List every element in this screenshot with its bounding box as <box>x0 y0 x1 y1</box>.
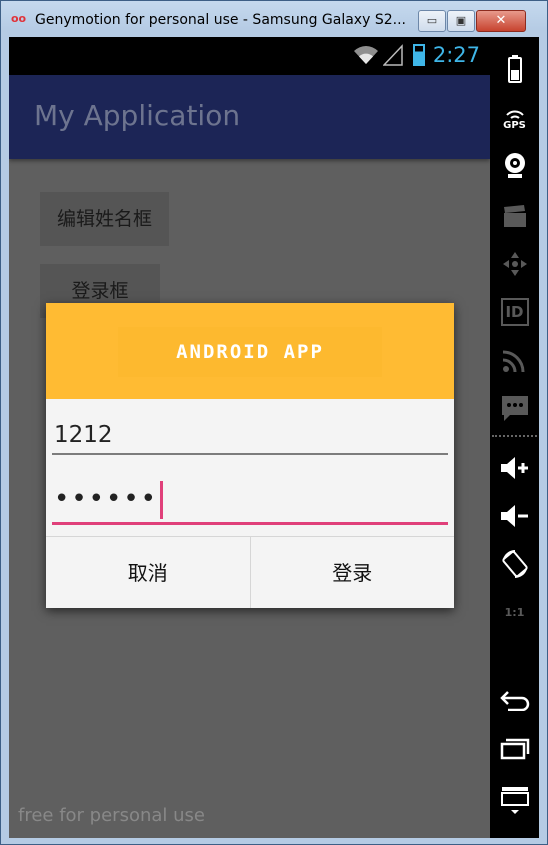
window-titlebar[interactable]: oo Genymotion for personal use - Samsung… <box>1 1 547 37</box>
edit-name-button[interactable]: 编辑姓名框 <box>40 192 169 246</box>
android-screen: 2:27 My Application 编辑姓名框 登录框 ANDROID AP… <box>9 37 490 838</box>
webcam-widget-icon[interactable] <box>498 149 531 183</box>
username-input[interactable]: 1212 <box>52 415 448 455</box>
cancel-button[interactable]: 取消 <box>46 537 251 608</box>
signal-icon <box>382 44 403 66</box>
gps-label: GPS <box>503 119 526 131</box>
cast-icon[interactable] <box>498 343 531 377</box>
video-capture-icon[interactable] <box>498 199 531 233</box>
rotate-screen-icon[interactable] <box>498 547 531 581</box>
gps-widget-icon[interactable]: GPS <box>498 103 531 137</box>
dpad-icon[interactable] <box>498 247 531 281</box>
genymotion-sidebar: GPS ID 1:1 <box>490 37 539 838</box>
menu-icon[interactable] <box>498 783 531 817</box>
app-title: My Application <box>34 99 241 132</box>
device-id-icon[interactable]: ID <box>498 295 531 329</box>
status-icons: 2:27 <box>353 43 480 67</box>
device-id-label: ID <box>500 298 529 326</box>
wifi-icon <box>353 46 378 64</box>
dialog-header: ANDROID APP <box>46 303 454 399</box>
dialog-button-bar: 取消 登录 <box>46 536 454 608</box>
window-title: Genymotion for personal use - Samsung Ga… <box>35 12 406 28</box>
android-app-logo: ANDROID APP <box>118 327 382 377</box>
personal-use-watermark: free for personal use <box>18 805 205 826</box>
emulator-window: oo Genymotion for personal use - Samsung… <box>0 0 548 845</box>
status-bar: 2:27 <box>9 37 490 75</box>
volume-down-icon[interactable] <box>498 499 531 533</box>
sms-icon[interactable] <box>498 391 531 425</box>
close-button[interactable]: ✕ <box>476 10 526 32</box>
password-input[interactable]: •••••• <box>52 479 448 525</box>
volume-up-icon[interactable] <box>498 451 531 485</box>
login-dialog: ANDROID APP 1212 •••••• 取消 登录 <box>46 303 454 608</box>
battery-widget-icon[interactable] <box>498 52 531 86</box>
password-value: •••••• <box>54 484 159 514</box>
genymotion-logo-icon: oo <box>11 12 27 25</box>
pixel-perfect-label: 1:1 <box>504 605 525 619</box>
pixel-perfect-icon[interactable]: 1:1 <box>498 595 531 629</box>
battery-icon <box>412 44 425 66</box>
maximize-button[interactable]: ▣ <box>447 10 475 32</box>
action-bar: My Application <box>9 75 490 159</box>
minimize-button[interactable]: ▭ <box>418 10 446 32</box>
login-button[interactable]: 登录 <box>251 537 455 608</box>
back-icon[interactable] <box>498 683 531 717</box>
status-clock: 2:27 <box>432 43 480 67</box>
text-cursor <box>160 480 164 519</box>
recent-apps-icon[interactable] <box>498 731 531 765</box>
sidebar-divider <box>492 435 537 437</box>
